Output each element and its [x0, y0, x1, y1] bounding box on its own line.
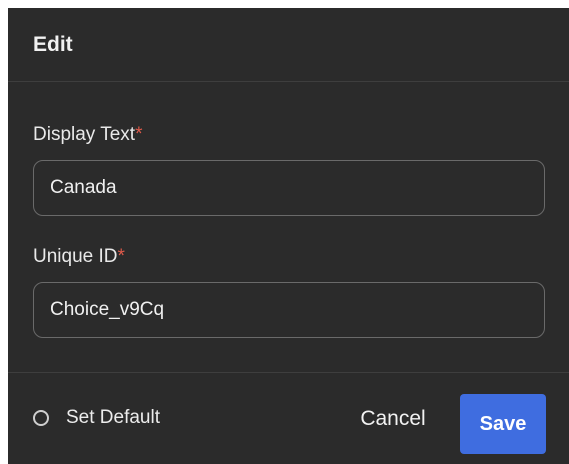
unique-id-label-text: Unique ID [33, 246, 118, 267]
cancel-button[interactable]: Cancel [348, 399, 438, 439]
display-text-field[interactable] [33, 160, 545, 216]
unique-id-label: Unique ID* [33, 246, 544, 268]
dialog-footer: Set Default Cancel Save [8, 372, 569, 464]
dialog-title: Edit [33, 32, 73, 56]
display-text-input[interactable] [50, 177, 544, 199]
display-text-label: Display Text* [33, 124, 544, 146]
display-text-label-text: Display Text [33, 124, 136, 145]
dialog-header: Edit [8, 8, 569, 82]
required-asterisk: * [135, 124, 143, 145]
radio-circle-icon[interactable] [33, 410, 49, 426]
dialog-body: Display Text* Unique ID* [8, 124, 569, 338]
save-button[interactable]: Save [460, 394, 546, 454]
set-default-option[interactable]: Set Default [33, 407, 160, 429]
unique-id-field[interactable] [33, 282, 545, 338]
unique-id-input[interactable] [50, 299, 544, 321]
required-asterisk: * [117, 246, 125, 267]
set-default-label: Set Default [66, 407, 160, 428]
edit-dialog: Edit Display Text* Unique ID* Set Defaul… [8, 8, 569, 464]
